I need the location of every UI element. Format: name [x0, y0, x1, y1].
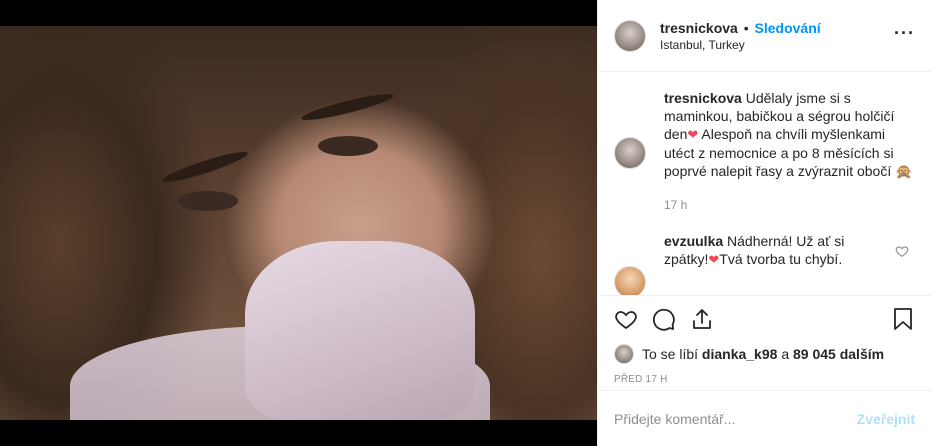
comment-username[interactable]: evzuulka — [664, 233, 723, 249]
comment-item: evzuulka Nádherná! Už ať si zpátky!❤Tvá … — [614, 232, 915, 295]
likes-connector: a — [781, 346, 790, 362]
liker-username[interactable]: dianka_k98 — [702, 346, 778, 362]
more-horizontal-icon[interactable]: ··· — [894, 24, 915, 42]
header-text: tresnickova • Sledování Istanbul, Turkey — [660, 19, 821, 53]
avatar[interactable] — [614, 19, 646, 52]
add-comment-bar: Zveřejnit — [598, 390, 931, 446]
heart-outline-icon[interactable] — [895, 244, 909, 258]
post-header: tresnickova • Sledování Istanbul, Turkey… — [598, 0, 931, 72]
likes-summary: To se líbí dianka_k98 a 89 045 dalším — [614, 344, 915, 364]
caption: tresnickova Udělaly jsme si s maminkou, … — [614, 89, 915, 214]
photo-panel — [0, 0, 597, 446]
post-sidebar: tresnickova • Sledování Istanbul, Turkey… — [597, 0, 931, 446]
comment-input[interactable] — [614, 410, 857, 427]
posted-time[interactable]: PŘED 17 H — [614, 374, 915, 385]
likes-prefix: To se líbí — [642, 346, 699, 362]
post-photo[interactable] — [0, 26, 597, 420]
caption-body: tresnickova Udělaly jsme si s maminkou, … — [664, 89, 915, 214]
header-line: tresnickova • Sledování — [660, 19, 821, 37]
caption-username[interactable]: tresnickova — [664, 90, 742, 106]
follow-button[interactable]: Sledování — [755, 20, 821, 36]
avatar[interactable] — [614, 344, 634, 364]
instagram-post: tresnickova • Sledování Istanbul, Turkey… — [0, 0, 931, 446]
avatar[interactable] — [614, 137, 646, 169]
heart-emoji: ❤ — [708, 252, 720, 267]
photo-detail — [318, 136, 378, 156]
separator-dot: • — [743, 19, 749, 36]
comments-list[interactable]: tresnickova Udělaly jsme si s maminkou, … — [598, 73, 931, 295]
caption-text-continued: Alespoň na chvíli myšlenkami utéct z nem… — [664, 126, 896, 179]
caption-time[interactable]: 17 h — [664, 196, 915, 214]
avatar[interactable] — [614, 266, 646, 295]
photo-detail — [160, 147, 250, 187]
comment-body: evzuulka Nádherná! Už ať si zpátky!❤Tvá … — [664, 232, 915, 295]
heart-emoji: ❤ — [687, 127, 699, 142]
location-link[interactable]: Istanbul, Turkey — [660, 37, 821, 53]
share-icon[interactable] — [690, 307, 714, 331]
photo-detail — [245, 241, 475, 420]
monkey-emoji: 🙊 — [895, 163, 913, 179]
action-icons — [614, 304, 915, 334]
photo-detail — [299, 89, 396, 125]
likes-count[interactable]: 89 045 dalším — [793, 346, 884, 362]
like-icon[interactable] — [614, 307, 638, 331]
post-comment-button[interactable]: Zveřejnit — [857, 411, 915, 427]
comment-icon[interactable] — [652, 307, 676, 331]
comment-text-continued: Tvá tvorba tu chybí. — [719, 251, 843, 267]
author-username[interactable]: tresnickova — [660, 20, 738, 36]
bookmark-icon[interactable] — [891, 307, 915, 331]
photo-detail — [178, 191, 238, 211]
